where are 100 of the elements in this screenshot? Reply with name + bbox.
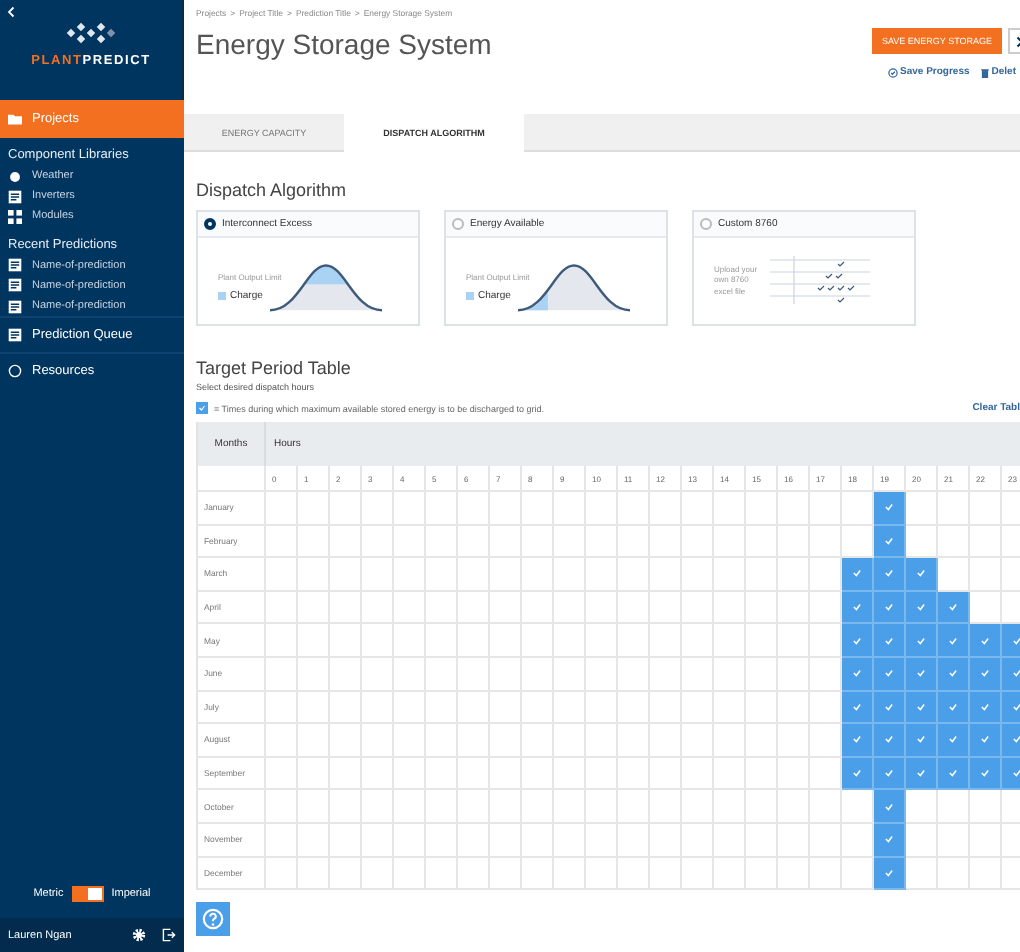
radio-button[interactable] xyxy=(700,218,712,230)
check-icon xyxy=(1012,734,1020,745)
hour-cell[interactable] xyxy=(874,724,906,758)
hour-cell[interactable] xyxy=(874,591,906,625)
trash-icon xyxy=(979,67,990,77)
hour-cell[interactable] xyxy=(874,857,906,891)
check-icon xyxy=(884,602,894,613)
unit-toggle[interactable] xyxy=(71,886,104,902)
hour-cell[interactable] xyxy=(874,525,906,559)
document-icon xyxy=(8,189,22,204)
page-title: Energy Storage System xyxy=(196,28,492,64)
check-icon xyxy=(948,701,958,712)
check-icon xyxy=(884,768,894,779)
hour-cell[interactable] xyxy=(970,657,1002,692)
hour-cell[interactable] xyxy=(842,591,874,625)
section-title: Target Period Table xyxy=(196,358,353,378)
hour-cell[interactable] xyxy=(842,624,874,658)
hour-cell[interactable] xyxy=(906,691,938,725)
check-icon xyxy=(852,668,862,679)
radio-button[interactable] xyxy=(452,218,464,230)
check-icon xyxy=(916,602,926,613)
check-icon xyxy=(948,734,958,745)
info-icon xyxy=(8,364,22,379)
check-icon xyxy=(948,768,958,779)
hour-cell[interactable] xyxy=(906,591,938,625)
hour-cell[interactable] xyxy=(970,624,1002,658)
check-icon xyxy=(980,701,990,712)
hour-cell[interactable] xyxy=(906,724,938,758)
hour-cell[interactable] xyxy=(938,657,970,692)
hour-cell[interactable] xyxy=(938,591,970,625)
check-icon xyxy=(852,768,862,779)
document-icon xyxy=(8,258,22,273)
check-icon xyxy=(884,535,894,546)
check-icon xyxy=(884,568,894,579)
check-icon xyxy=(1012,768,1020,779)
check-icon xyxy=(884,635,894,646)
hour-cell[interactable] xyxy=(874,823,906,858)
check-icon xyxy=(852,635,862,646)
check-icon xyxy=(884,734,894,745)
check-icon xyxy=(852,734,862,745)
check-icon xyxy=(916,768,926,779)
document-icon xyxy=(8,299,22,314)
hour-cell[interactable] xyxy=(842,558,874,592)
hour-cell[interactable] xyxy=(874,757,906,791)
hour-cell[interactable] xyxy=(906,657,938,692)
hour-cell[interactable] xyxy=(874,691,906,725)
hour-cell[interactable] xyxy=(906,757,938,791)
check-icon xyxy=(1012,668,1020,679)
section-title: Dispatch Algorithm xyxy=(196,180,349,200)
spreadsheet-drawing xyxy=(770,256,870,304)
check-icon xyxy=(916,734,926,745)
check-icon xyxy=(948,668,958,679)
check-icon xyxy=(948,602,958,613)
check-icon xyxy=(948,635,958,646)
logout-icon[interactable] xyxy=(162,928,176,942)
hour-cell[interactable] xyxy=(938,757,970,791)
hour-cell[interactable] xyxy=(874,558,906,592)
check-icon xyxy=(980,635,990,646)
check-icon xyxy=(980,668,990,679)
check-icon xyxy=(916,635,926,646)
hour-cell[interactable] xyxy=(842,757,874,791)
check-icon xyxy=(884,801,894,812)
hour-cell[interactable] xyxy=(874,657,906,692)
check-icon xyxy=(916,701,926,712)
help-button[interactable] xyxy=(196,902,230,937)
check-icon xyxy=(884,701,894,712)
grid-icon xyxy=(8,209,22,224)
hour-cell[interactable] xyxy=(874,790,906,824)
check-icon xyxy=(980,734,990,745)
settings-icon[interactable] xyxy=(132,928,146,942)
hour-cell[interactable] xyxy=(938,624,970,658)
check-icon xyxy=(1012,701,1020,712)
hour-cell[interactable] xyxy=(874,492,906,526)
folder-icon xyxy=(8,112,22,126)
bell-curve-drawing xyxy=(269,258,382,314)
hour-cell[interactable] xyxy=(938,691,970,725)
check-icon xyxy=(884,867,894,878)
check-icon xyxy=(916,668,926,679)
back-icon[interactable] xyxy=(6,6,18,18)
hour-cell[interactable] xyxy=(874,624,906,658)
hour-cell[interactable] xyxy=(842,724,874,758)
check-icon xyxy=(980,768,990,779)
bell-curve-drawing xyxy=(517,258,630,314)
logo-icon xyxy=(61,20,121,48)
check-icon xyxy=(884,502,894,513)
check-icon xyxy=(884,668,894,679)
hour-cell[interactable] xyxy=(970,757,1002,791)
hour-cell[interactable] xyxy=(906,558,938,592)
check-icon xyxy=(852,568,862,579)
hour-cell[interactable] xyxy=(970,724,1002,758)
check-circle-icon xyxy=(888,67,899,77)
check-icon xyxy=(884,834,894,845)
hour-cell[interactable] xyxy=(842,657,874,692)
hour-cell[interactable] xyxy=(970,691,1002,725)
hour-cell[interactable] xyxy=(906,624,938,658)
hour-cell[interactable] xyxy=(842,691,874,725)
radio-button[interactable] xyxy=(204,218,216,230)
check-icon xyxy=(852,602,862,613)
help-icon xyxy=(202,908,224,931)
hour-cell[interactable] xyxy=(938,724,970,758)
